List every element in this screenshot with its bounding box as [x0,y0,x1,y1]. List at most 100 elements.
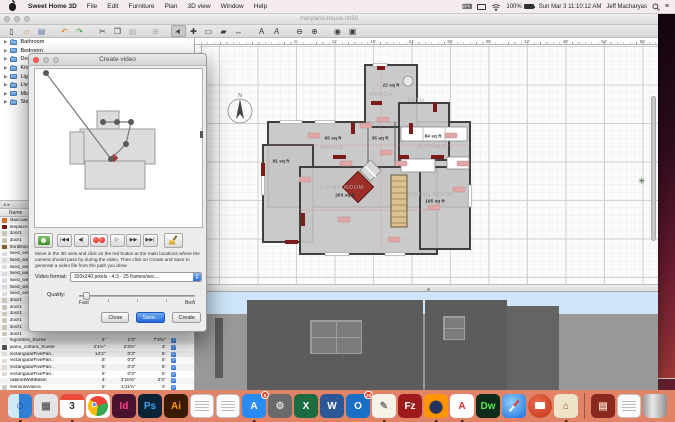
plan-scrollbar[interactable] [650,48,656,288]
playback-button[interactable]: ◀| [74,234,89,247]
preview-resize-grip[interactable] [200,131,203,138]
apple-menu-icon[interactable] [9,3,16,11]
menu-user[interactable]: Jeff Macharyas [606,4,647,10]
visible-checkbox[interactable]: ✓ [171,345,176,350]
dock-icon[interactable]: ☺ [8,394,32,418]
toolbar-button[interactable]: ↔ [231,25,246,37]
dock-icon[interactable] [190,394,214,418]
battery-indicator[interactable]: 100% [506,4,533,10]
delete-path-button[interactable] [164,233,183,248]
playback-button[interactable]: ▶▶ [126,234,141,247]
visible-checkbox[interactable]: ✓ [171,338,176,343]
close-video-button[interactable]: Close [101,312,129,323]
menu-item[interactable]: File [82,3,102,10]
video-format-select[interactable]: 320x240 pixels - 4:3 - 25 frames/sec... … [70,272,202,282]
disclosure-triangle-icon[interactable]: ▶ [4,82,7,88]
dock-icon[interactable]: A 6 [242,394,266,418]
plan-view[interactable]: 6'12'18'24'30'36'42'48'54'60' [195,38,658,299]
toolbar-button[interactable]: ▰ [216,25,231,37]
wifi-icon[interactable] [491,3,501,11]
quality-slider-handle[interactable] [83,292,90,300]
disclosure-triangle-icon[interactable]: ▶ [4,99,7,105]
visible-checkbox[interactable]: ✓ [171,365,176,370]
toolbar-button[interactable]: ✂ [95,25,110,37]
visible-checkbox[interactable]: ✓ [171,372,176,377]
display-icon[interactable] [477,4,486,10]
menu-item[interactable]: 3D view [183,3,216,10]
disclosure-triangle-icon[interactable]: ▶ [4,91,7,97]
visible-checkbox[interactable]: ✓ [171,358,176,363]
dock-icon[interactable]: W [320,394,344,418]
furniture-row[interactable]: rectangularFivePan.. 5' 0'3" 5' ✓ [0,357,194,364]
dock-icon[interactable]: A [450,394,474,418]
toolbar-button[interactable]: ▤ [34,25,49,37]
dock-icon[interactable]: X [294,394,318,418]
save-video-button[interactable]: Save... [136,312,165,323]
dock-icon[interactable] [617,394,641,418]
playback-button[interactable]: ▶▶| [143,234,158,247]
camera-path-preview[interactable] [34,68,203,228]
menu-item[interactable]: Sweet Home 3D [23,3,82,10]
dock-icon[interactable] [643,394,667,418]
toolbar-button[interactable]: ▯ [4,25,19,37]
toolbar-button[interactable]: ↶ [57,25,72,37]
dock-icon[interactable] [528,394,552,418]
dock-icon[interactable] [502,394,526,418]
dock-icon[interactable]: 3 [60,394,84,418]
toolbar-button[interactable]: ▣ [345,25,360,37]
menu-item[interactable]: Furniture [123,3,159,10]
compass[interactable]: N [228,93,252,123]
disclosure-triangle-icon[interactable]: ▶ [4,74,7,80]
dock-icon[interactable] [86,394,110,418]
toolbar-button[interactable]: ❐ [110,25,125,37]
visible-checkbox[interactable]: ✓ [171,352,176,357]
playback-button[interactable]: ▷ [110,234,125,247]
dock-icon[interactable]: Ai [164,394,188,418]
toolbar-button[interactable]: A [254,25,269,37]
create-video-button[interactable]: Create [172,312,201,323]
tree-symbol[interactable]: ✳ [638,176,646,187]
dock-icon[interactable] [424,394,448,418]
dock-icon[interactable] [216,394,240,418]
disclosure-triangle-icon[interactable]: ▶ [4,65,7,71]
plan-3d-splitter[interactable] [195,284,658,292]
playback-button[interactable] [90,234,108,247]
dock-icon[interactable]: Fz [398,394,422,418]
dock-icon[interactable]: Id [112,394,136,418]
toolbar-button[interactable]: ▤ [125,25,140,37]
menu-item[interactable]: Edit [102,3,123,10]
dock-icon[interactable]: ▤ [591,394,615,418]
dialog-title-bar[interactable]: Create video [29,54,206,66]
toolbar-button[interactable]: ➤ [171,25,186,37]
plan-scrollbar-thumb[interactable] [651,96,656,241]
menu-item[interactable]: Plan [159,3,182,10]
toolbar-button[interactable]: A [269,25,284,37]
furniture-row[interactable]: rectangularFivePan.. 5' 0'3" 5' ✓ [0,364,194,371]
toolbar-button[interactable]: ⊖ [292,25,307,37]
playback-button[interactable]: |◀◀ [57,234,72,247]
notification-center-icon[interactable]: ≡ [665,3,669,10]
disclosure-triangle-icon[interactable]: ▶ [4,39,7,45]
spotlight-icon[interactable] [652,3,660,11]
dock-icon[interactable]: O 29 [346,394,370,418]
toolbar-button[interactable]: ▭ [201,25,216,37]
toolbar-button[interactable]: ▱ [19,25,34,37]
furniture-row[interactable]: rectangularFivePan.. 5' 0'3" 5' ✓ [0,371,194,378]
disclosure-triangle-icon[interactable]: ▶ [4,48,7,54]
dock-icon[interactable]: Dw [476,394,500,418]
dock-icon[interactable]: ▦ [34,394,58,418]
dock-icon[interactable]: ✎ [372,394,396,418]
window-title-bar[interactable]: maryland-house.sh3d [0,14,658,25]
menu-clock[interactable]: Sun Mar 3 11:10:12 AM [539,4,602,10]
disclosure-triangle-icon[interactable]: ▶ [4,56,7,62]
video-quality-button[interactable] [34,233,53,248]
menu-item[interactable]: Help [249,3,272,10]
staircase[interactable] [391,175,407,227]
furniture-row[interactable]: cabinetWithBasin 4' 2'10⅝" 3'3" ✓ [0,378,194,385]
furniture-row[interactable]: piano_cottura_Scene 2'1½" 2'3⅝" 3' ✓ [0,344,194,351]
furniture-row[interactable]: frigorifero_Scene 2' 1'3" 7'3¾" ✓ [0,337,194,344]
catalog-category[interactable]: ▶ Bathroom [0,38,194,47]
dock-icon[interactable]: ⌂ [554,394,578,418]
3d-view[interactable] [195,292,658,392]
dock-icon[interactable]: Ps [138,394,162,418]
